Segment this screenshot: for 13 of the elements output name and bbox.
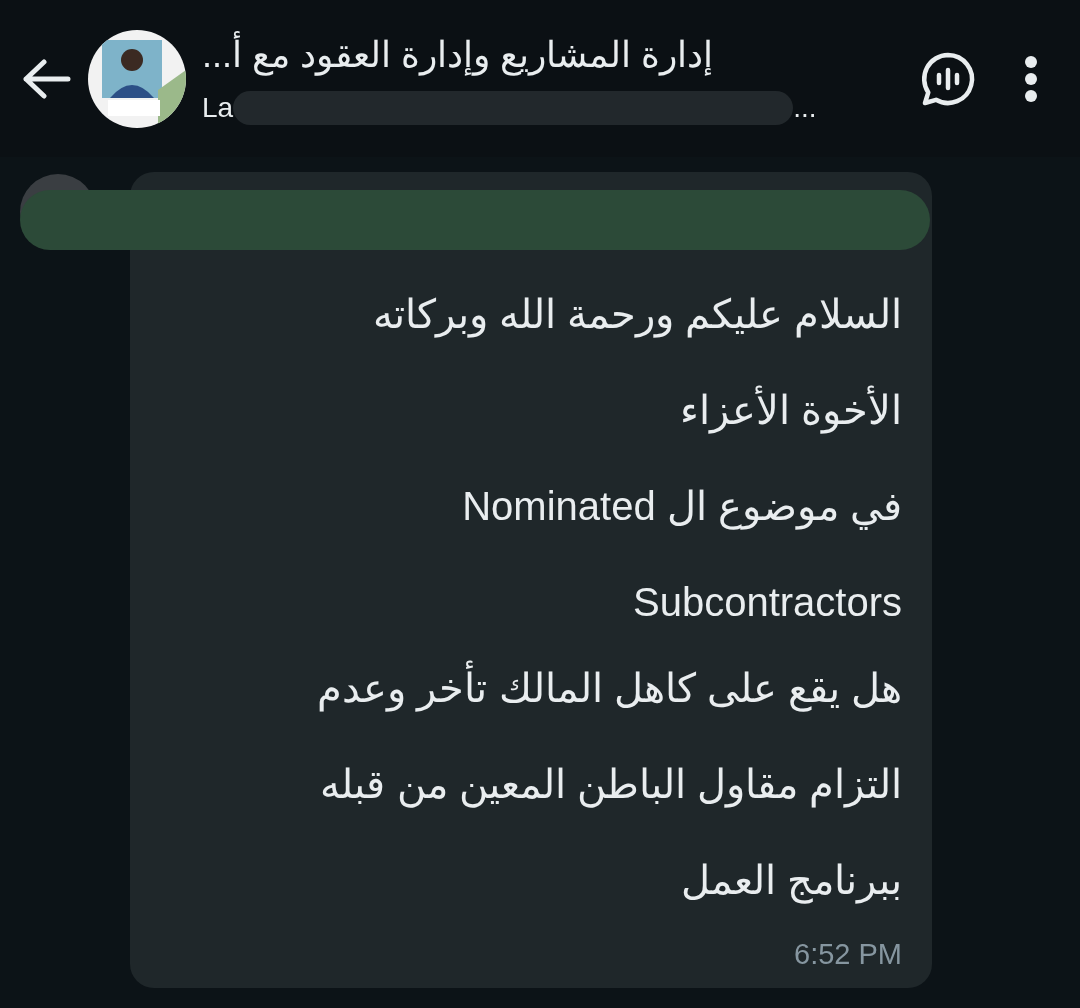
chat-title: إدارة المشاريع وإدارة العقود مع أ... xyxy=(202,32,714,77)
menu-icon[interactable] xyxy=(1024,54,1038,103)
message-time: 6:52 PM xyxy=(794,936,902,972)
message-text: السلام عليكم ورحمة الله وبركاته xyxy=(372,291,902,340)
subtitle-end: ... xyxy=(793,91,817,124)
message-text: ببرنامج العمل xyxy=(680,857,902,906)
message-text: Subcontractors xyxy=(632,579,902,626)
message-text: في موضوع ال Nominated xyxy=(462,483,902,532)
message-text: هل يقع على كاهل المالك تأخر وعدم xyxy=(317,640,902,736)
message-text: الأخوة الأعزاء xyxy=(679,362,902,458)
back-icon[interactable] xyxy=(20,58,72,99)
message-text: التزام مقاول الباطن المعين من قبله xyxy=(320,761,902,810)
subtitle-start: La xyxy=(202,91,234,124)
